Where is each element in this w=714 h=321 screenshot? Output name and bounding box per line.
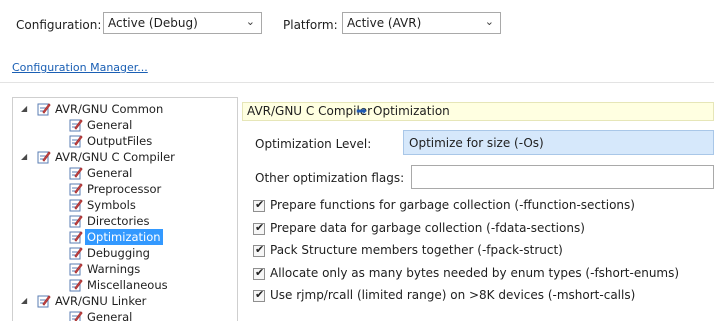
tree-item[interactable]: Symbols: [13, 197, 237, 213]
optimization-level-label: Optimization Level:: [255, 137, 372, 151]
option-label: Prepare functions for garbage collection…: [270, 198, 635, 212]
tree-item-label: OutputFiles: [87, 134, 153, 148]
expand-toggle-icon[interactable]: ◢: [21, 101, 31, 117]
property-page-icon: [69, 262, 83, 276]
tree-item[interactable]: Preprocessor: [13, 181, 237, 197]
tree-item-label: Directories: [87, 214, 150, 228]
tree-item[interactable]: Directories: [13, 213, 237, 229]
tree-item-label: AVR/GNU Linker: [55, 294, 147, 308]
tree-item[interactable]: Warnings: [13, 261, 237, 277]
property-page-icon: [69, 182, 83, 196]
property-page-icon: [69, 118, 83, 132]
option-label: Prepare data for garbage collection (-fd…: [270, 221, 585, 235]
property-page-icon: [37, 102, 51, 116]
platform-value: Active (AVR): [347, 16, 422, 30]
tree-item-label: Optimization: [85, 229, 163, 245]
tree-item-label: General: [87, 310, 133, 321]
arrow-right-icon: ➡: [356, 104, 367, 119]
option-checkbox[interactable]: ✔: [253, 266, 265, 280]
platform-label: Platform:: [283, 18, 338, 32]
tree-item[interactable]: Optimization: [13, 229, 237, 245]
configuration-dropdown[interactable]: Active (Debug) ⌄: [103, 12, 262, 34]
option-label: Allocate only as many bytes needed by en…: [270, 266, 680, 280]
configuration-bar: Configuration: Active (Debug) ⌄ Platform…: [0, 0, 714, 50]
optimization-level-value: Optimize for size (-Os): [409, 136, 544, 150]
tree-item-label: Symbols: [87, 198, 136, 212]
option-label: Pack Structure members together (-fpack-…: [270, 243, 563, 257]
breadcrumb: AVR/GNU C Compiler ➡ Optimization: [242, 102, 714, 121]
property-page-icon: [69, 166, 83, 180]
checkmark-icon: ✔: [255, 221, 265, 234]
property-page-icon: [69, 246, 83, 260]
divider: [0, 82, 714, 83]
configuration-label: Configuration:: [16, 18, 102, 32]
property-page-icon: [69, 198, 83, 212]
property-page-icon: [69, 134, 83, 148]
option-checkbox[interactable]: ✔: [253, 288, 265, 302]
configuration-value: Active (Debug): [108, 16, 198, 30]
tree-item-label: AVR/GNU Common: [55, 102, 164, 116]
option-checkbox[interactable]: ✔: [253, 198, 265, 212]
property-page-icon: [37, 294, 51, 308]
tree-item-label: Miscellaneous: [87, 278, 168, 292]
tree-item[interactable]: Debugging: [13, 245, 237, 261]
option-checkbox[interactable]: ✔: [253, 243, 265, 257]
breadcrumb-current: Optimization: [373, 104, 450, 118]
tree-item-label: General: [87, 166, 133, 180]
property-page-icon: [37, 150, 51, 164]
expand-toggle-icon[interactable]: ◢: [21, 293, 31, 309]
tree-item[interactable]: ◢ AVR/GNU Common: [13, 101, 237, 117]
tree-item-label: Warnings: [87, 262, 141, 276]
option-label: Use rjmp/rcall (limited range) on >8K de…: [270, 288, 636, 302]
checkmark-icon: ✔: [255, 243, 265, 256]
tree-item[interactable]: General: [13, 309, 237, 321]
property-page-icon: [69, 278, 83, 292]
checkmark-icon: ✔: [255, 266, 265, 279]
property-page-icon: [69, 214, 83, 228]
checkmark-icon: ✔: [255, 288, 265, 301]
tree-item-label: AVR/GNU C Compiler: [55, 150, 175, 164]
chevron-down-icon: ⌄: [245, 15, 255, 28]
property-page-icon: [69, 230, 83, 244]
expand-toggle-icon[interactable]: ◢: [21, 149, 31, 165]
configuration-manager-link[interactable]: Configuration Manager...: [12, 61, 148, 74]
other-flags-input[interactable]: [411, 165, 714, 189]
settings-tree[interactable]: ◢ AVR/GNU Common General OutputFiles ◢ AVR/GN…: [12, 97, 238, 321]
property-page-icon: [69, 310, 83, 321]
chevron-down-icon: ⌄: [484, 15, 494, 28]
tree-item[interactable]: General: [13, 117, 237, 133]
optimization-level-dropdown[interactable]: Optimize for size (-Os): [403, 130, 714, 155]
tree-item[interactable]: General: [13, 165, 237, 181]
tree-item[interactable]: ◢ AVR/GNU Linker: [13, 293, 237, 309]
tree-item[interactable]: ◢ AVR/GNU C Compiler: [13, 149, 237, 165]
checkmark-icon: ✔: [255, 198, 265, 211]
tree-item[interactable]: OutputFiles: [13, 133, 237, 149]
platform-dropdown[interactable]: Active (AVR) ⌄: [342, 12, 501, 34]
tree-item[interactable]: Miscellaneous: [13, 277, 237, 293]
option-checkbox[interactable]: ✔: [253, 221, 265, 235]
other-flags-label: Other optimization flags:: [255, 171, 405, 185]
breadcrumb-parent: AVR/GNU C Compiler: [247, 104, 373, 118]
tree-item-label: Debugging: [87, 246, 150, 260]
tree-item-label: General: [87, 118, 133, 132]
tree-item-label: Preprocessor: [87, 182, 162, 196]
